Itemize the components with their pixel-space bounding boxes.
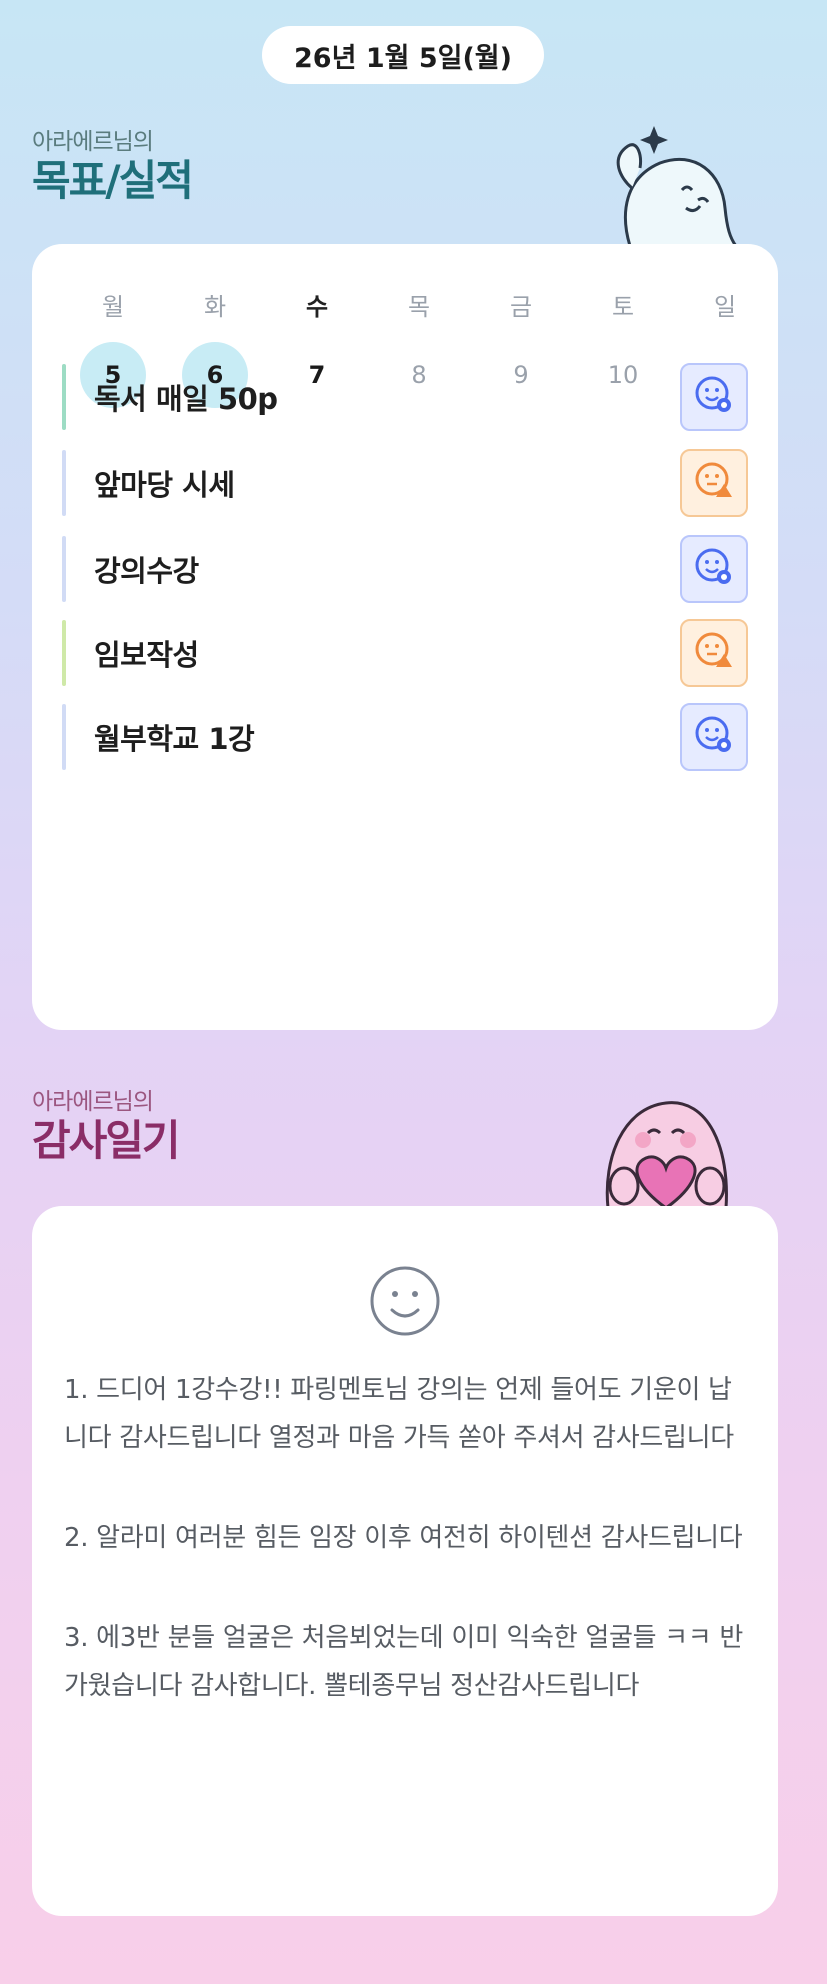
- heart-mascot-icon: [605, 1101, 728, 1208]
- weekday-label: 금: [509, 293, 533, 321]
- smile-face-icon: [370, 1266, 440, 1336]
- date-pill[interactable]: 26년 1월 5일(월): [262, 26, 544, 84]
- thanks-entry: 1. 드디어 1강수강!! 파링멘토님 강의는 언제 들어도 기운이 납니다 감…: [64, 1375, 734, 1453]
- smile-triangle-icon: [692, 629, 736, 677]
- smile-plus-icon: [692, 545, 736, 593]
- thanks-section-header: 아라에르님의 감사일기: [32, 1082, 181, 1166]
- goal-item[interactable]: 앞마당 시세: [62, 449, 748, 517]
- goal-color-bar: [62, 536, 66, 602]
- goal-label: 임보작성: [94, 638, 199, 672]
- goal-item[interactable]: 강의수강: [62, 535, 748, 603]
- goal-label: 월부학교 1강: [94, 722, 255, 756]
- weekday-label: 월: [101, 293, 125, 321]
- thanks-entries: 1. 드디어 1강수강!! 파링멘토님 강의는 언제 들어도 기운이 납니다 감…: [64, 1366, 754, 1762]
- goal-color-bar: [62, 450, 66, 516]
- goal-status-button[interactable]: [680, 703, 748, 771]
- ghost-mascot-icon: [616, 126, 738, 246]
- goals-section-header: 아라에르님의 목표/실적: [32, 122, 194, 206]
- date-text: 26년 1월 5일(월): [294, 42, 512, 74]
- thanks-section-title: 감사일기: [32, 1116, 181, 1165]
- goal-status-button[interactable]: [680, 535, 748, 603]
- goals-card: 월화수목금토일 567891011 독서 매일 50p앞마당 시세강의수강임보작…: [32, 244, 778, 1030]
- thanks-entry: 2. 알라미 여러분 힘든 임장 이후 여전히 하이텐션 감사드립니다: [64, 1523, 743, 1553]
- thanks-section-subtitle: 아라에르님의: [32, 1089, 154, 1115]
- weekday-label: 일: [713, 293, 737, 321]
- goal-color-bar: [62, 620, 66, 686]
- goal-label: 앞마당 시세: [94, 468, 235, 502]
- smile-plus-icon: [692, 713, 736, 761]
- goal-item[interactable]: 임보작성: [62, 619, 748, 687]
- goal-status-button[interactable]: [680, 619, 748, 687]
- weekday-label: 목: [407, 293, 431, 321]
- thanks-card: 1. 드디어 1강수강!! 파링멘토님 강의는 언제 들어도 기운이 납니다 감…: [32, 1206, 778, 1916]
- goal-item[interactable]: 독서 매일 50p: [62, 363, 748, 431]
- smile-triangle-icon: [692, 459, 736, 507]
- weekday-label: 토: [611, 293, 635, 321]
- goals-section-title: 목표/실적: [32, 156, 194, 205]
- goal-item[interactable]: 월부학교 1강: [62, 703, 748, 771]
- thanks-entry: 3. 에3반 분들 얼굴은 처음뵈었는데 이미 익숙한 얼굴들 ㅋㅋ 반가웠습니…: [64, 1623, 744, 1701]
- goal-color-bar: [62, 704, 66, 770]
- smile-plus-icon: [692, 373, 736, 421]
- goal-color-bar: [62, 364, 66, 430]
- weekday-label: 화: [203, 293, 227, 321]
- goal-status-button[interactable]: [680, 449, 748, 517]
- goal-status-button[interactable]: [680, 363, 748, 431]
- goal-label: 강의수강: [94, 554, 199, 588]
- goals-section-subtitle: 아라에르님의: [32, 129, 154, 155]
- weekday-label: 수: [305, 293, 329, 321]
- goal-label: 독서 매일 50p: [94, 382, 278, 416]
